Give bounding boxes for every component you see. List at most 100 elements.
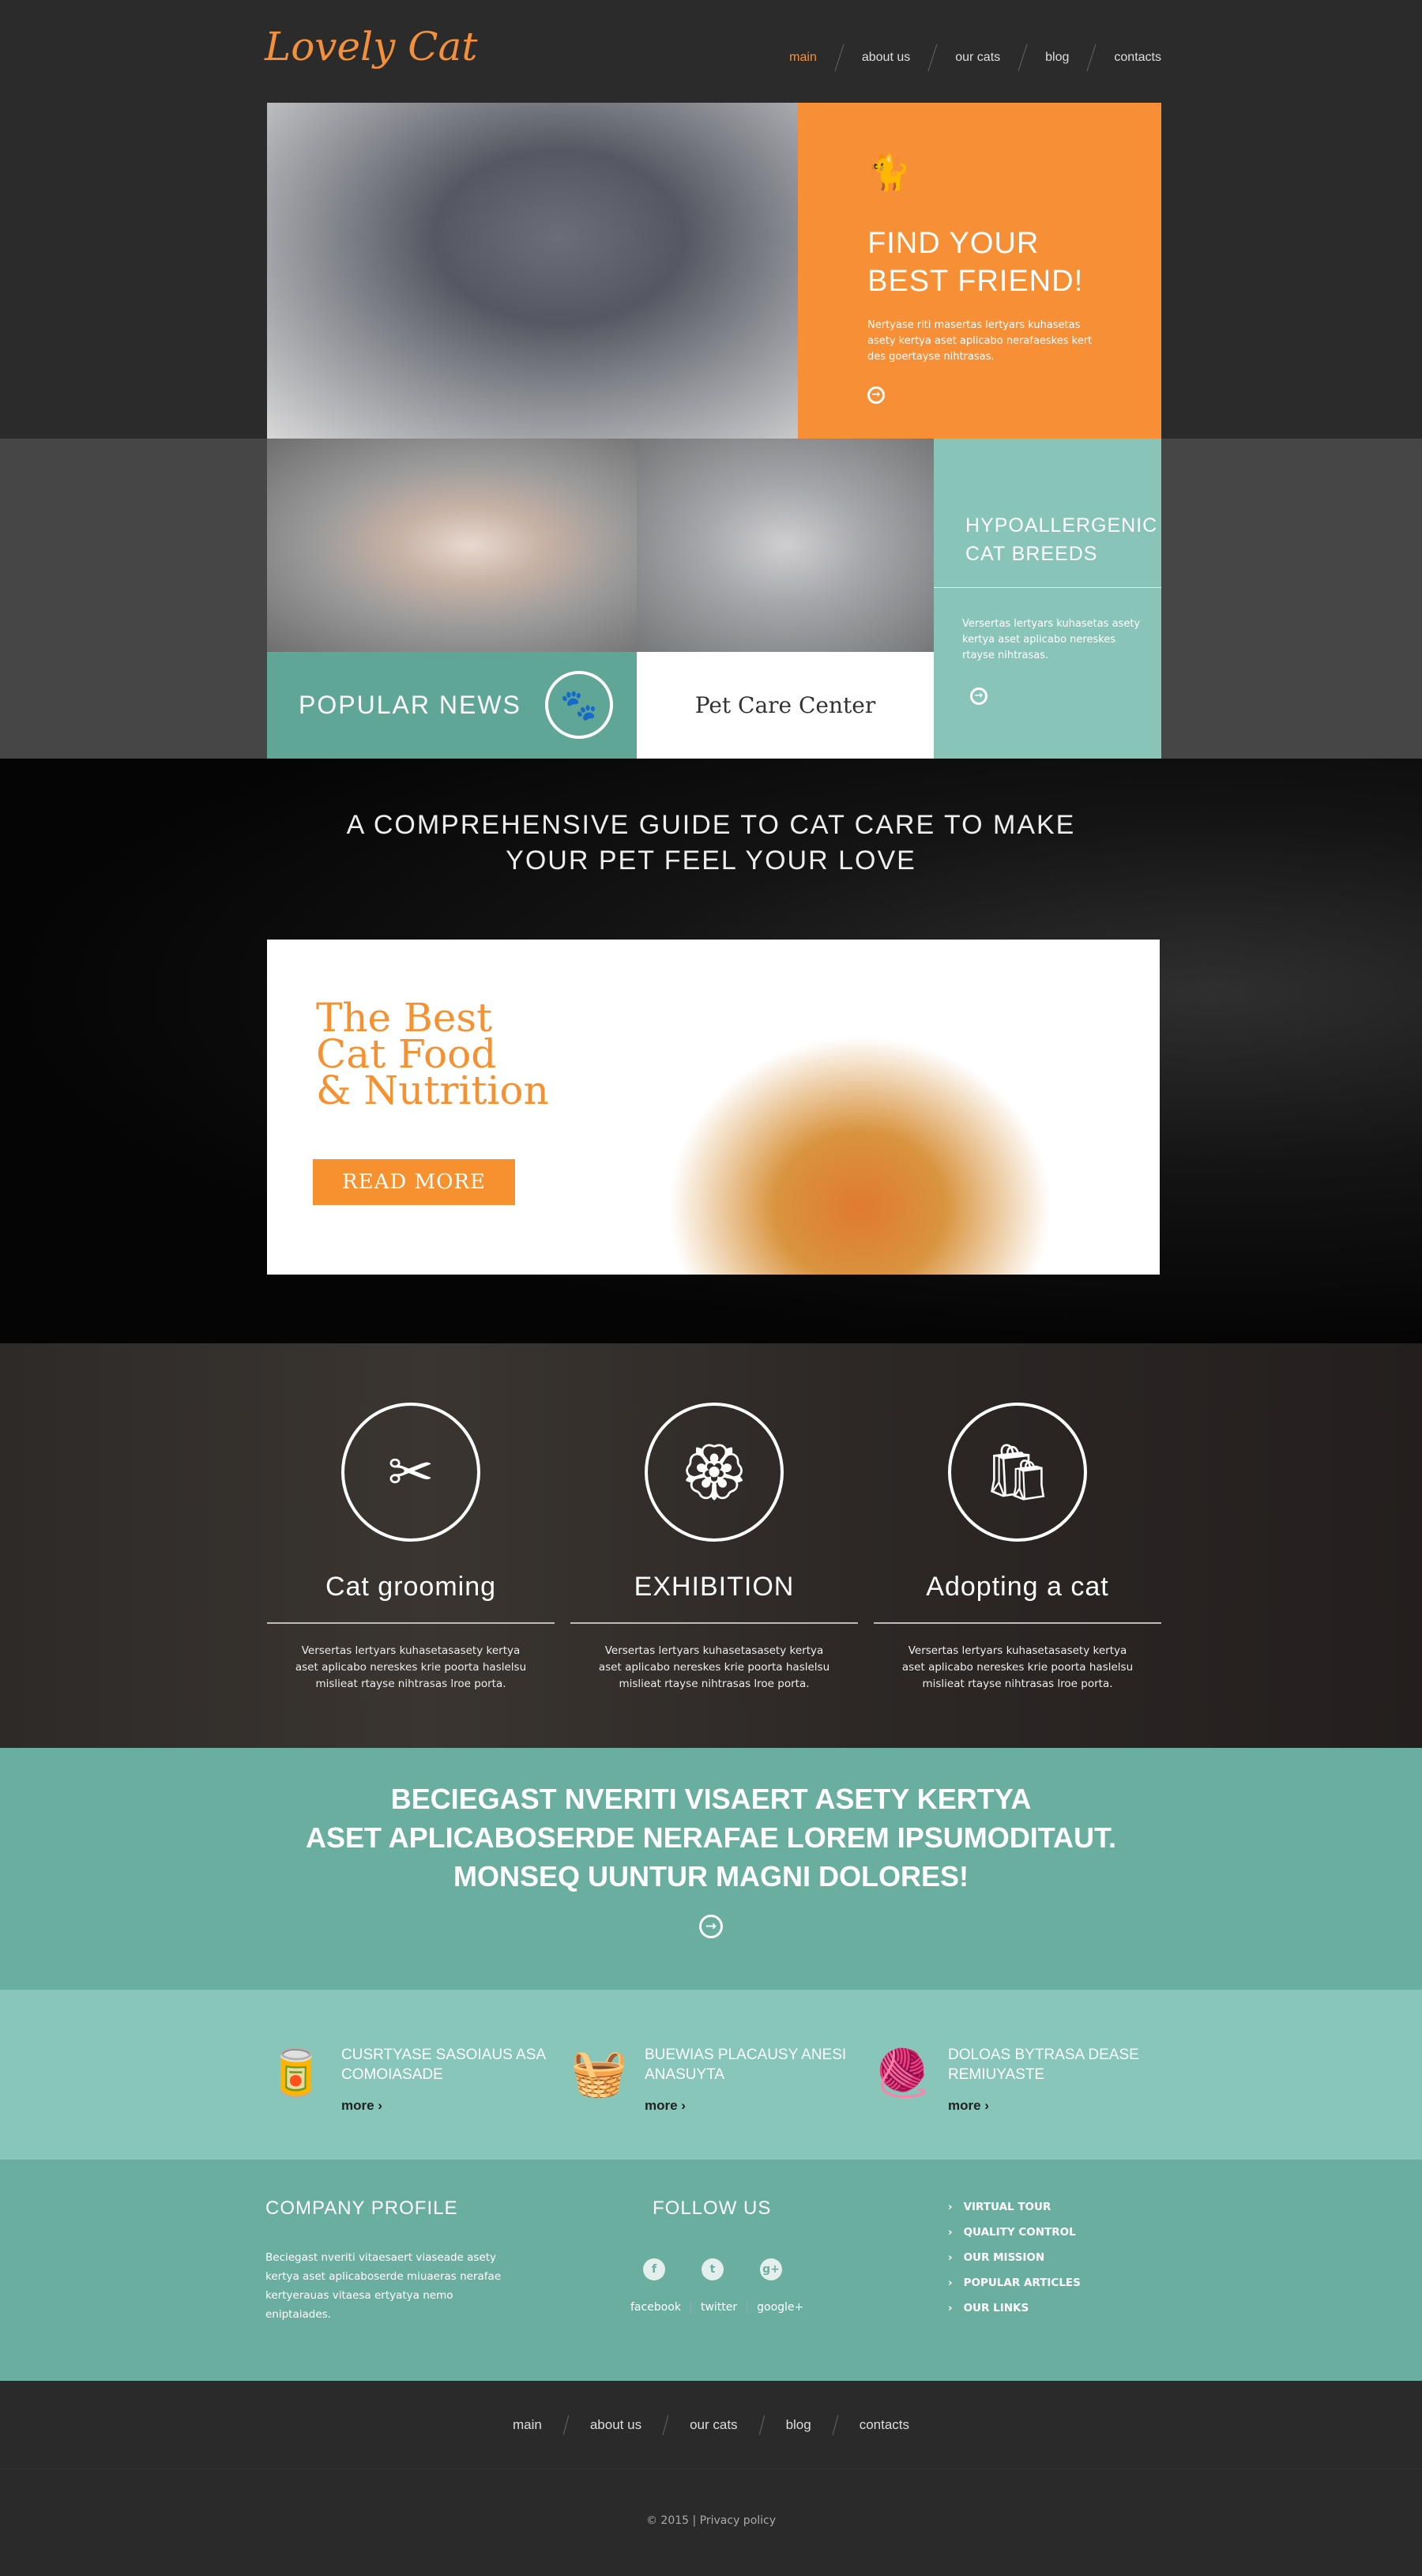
comb-icon[interactable]: ✂ (341, 1403, 480, 1542)
service-title: Cat grooming (325, 1572, 497, 1602)
service-text: Versertas lertyars kuhasetasasety kertya… (295, 1644, 527, 1690)
guide-line: YOUR PET FEEL YOUR LOVE (506, 845, 916, 876)
hypoallergenic-tile: HYPOALLERGENIC CAT BREEDS Versertas lerty… (934, 439, 1161, 759)
hero-text: Nertyase riti masertas lertyars kuhaseta… (867, 319, 1093, 363)
hypo-title-line: HYPOALLERGENIC (965, 514, 1158, 537)
paw-icon: 🐾 (545, 671, 613, 739)
yarn-ball-icon: 🧶 (874, 2046, 931, 2100)
arrow-right-icon[interactable]: → (867, 386, 885, 404)
service-text: Versertas lertyars kuhasetasasety kertya… (598, 1644, 830, 1690)
hero-grey-cat-image (267, 103, 798, 439)
logo[interactable]: Lovely Cat (265, 24, 477, 70)
divider (934, 587, 1161, 588)
hypo-title: HYPOALLERGENIC CAT BREEDS (965, 511, 1157, 568)
service-text: Versertas lertyars kuhasetasasety kertya… (901, 1644, 1134, 1690)
footer-link[interactable]: › OUR MISSION (948, 2251, 1081, 2277)
more-link[interactable]: more › (341, 2096, 546, 2115)
nav-divider (662, 2414, 669, 2435)
copyright[interactable]: © 2015 | Privacy policy (0, 2469, 1422, 2576)
popular-news-label: POPULAR NEWS (299, 691, 521, 719)
footer-link-label: OUR MISSION (963, 2251, 1045, 2264)
bottom-nav-blog[interactable]: blog (786, 2417, 811, 2433)
nav-our-cats[interactable]: our cats (955, 51, 1000, 65)
bottom-nav: main about us our cats blog contacts (0, 2381, 1422, 2469)
nav-divider (834, 43, 845, 72)
more-label: more (341, 2098, 374, 2113)
hero-title-line: FIND YOUR (867, 227, 1040, 260)
footer-link-label: POPULAR ARTICLES (963, 2277, 1081, 2289)
callout-banner: BECIEGAST NVERITI VISAERT ASETY KERTYA AS… (0, 1748, 1422, 1990)
cat-food-can-icon: 🥫 (267, 2046, 325, 2100)
company-profile-text: Beciegast nveriti vitaesaert viaseade as… (265, 2251, 502, 2321)
feature-item: 🧶 DOLOAS BYTRASA DEASE REMIUYASTE more › (874, 2045, 1174, 2115)
hero-title-line: BEST FRIEND! (867, 265, 1084, 298)
bottom-nav-contacts[interactable]: contacts (860, 2417, 909, 2433)
food-title-line: & Nutrition (316, 1068, 549, 1113)
popular-news-tile[interactable]: POPULAR NEWS 🐾 (267, 652, 637, 759)
award-ribbon-icon[interactable]: 🏵 (645, 1403, 784, 1542)
facebook-link[interactable]: facebook (630, 2301, 681, 2314)
twitter-icon[interactable]: t (702, 2258, 724, 2280)
read-more-button[interactable]: READ MORE (313, 1159, 515, 1205)
callout-line: MONSEQ UUNTUR MAGNI DOLORES! (453, 1860, 969, 1892)
more-label: more (645, 2098, 678, 2113)
footer-link[interactable]: › OUR LINKS (948, 2302, 1081, 2327)
bottom-nav-about-us[interactable]: about us (590, 2417, 641, 2433)
services-section: ✂ Cat grooming Versertas lertyars kuhase… (0, 1343, 1422, 1748)
nav-about-us[interactable]: about us (862, 51, 910, 65)
chevron-right-icon: › (948, 2226, 953, 2239)
twitter-link[interactable]: twitter (701, 2301, 737, 2314)
feature-title: ANASUYTA (645, 2066, 725, 2083)
divider (874, 1622, 1161, 1624)
chevron-right-icon: › (948, 2277, 953, 2289)
arrow-right-icon[interactable]: → (699, 1915, 723, 1938)
hero-title: FIND YOUR BEST FRIEND! (867, 224, 1161, 300)
nav-divider (758, 2414, 765, 2435)
footer-link[interactable]: › QUALITY CONTROL (948, 2226, 1081, 2251)
bottom-nav-our-cats[interactable]: our cats (690, 2417, 737, 2433)
nav-main[interactable]: main (789, 51, 817, 65)
feature-item: 🥫 CUSRTYASE SASOIAUS ASA COMOIASADE more › (267, 2045, 567, 2115)
more-link[interactable]: more › (948, 2096, 1139, 2115)
nav-blog[interactable]: blog (1045, 51, 1069, 65)
callout-line: ASET APLICABOSERDE NERAFAE LOREM IPSUMOD… (305, 1821, 1117, 1854)
footer-link-label: OUR LINKS (963, 2302, 1029, 2314)
divider (570, 1622, 858, 1624)
footer-link[interactable]: › VIRTUAL TOUR (948, 2201, 1081, 2226)
pet-care-center-tile[interactable]: Pet Care Center (637, 652, 934, 759)
more-link[interactable]: more › (645, 2096, 846, 2115)
callout-line: BECIEGAST NVERITI VISAERT ASETY KERTYA (390, 1783, 1032, 1815)
arrow-right-icon[interactable]: → (970, 687, 988, 705)
divider (690, 2300, 691, 2314)
main-nav: main about us our cats blog contacts (789, 43, 1161, 72)
bottom-nav-main[interactable]: main (513, 2417, 542, 2433)
nav-divider (1018, 43, 1028, 72)
more-label: more (948, 2098, 981, 2113)
feature-title: COMOIASADE (341, 2066, 443, 2083)
social-links: facebook twitter google+ (630, 2300, 803, 2314)
hypo-text: Versertas lertyars kuhasetas asety kerty… (962, 618, 1141, 661)
sphynx-cat-image (267, 439, 637, 652)
footer-link-label: VIRTUAL TOUR (963, 2201, 1051, 2213)
food-bag-icon[interactable]: 🛍 (948, 1403, 1087, 1542)
hypo-title-line: CAT BREEDS (965, 543, 1098, 565)
kitten-image (637, 439, 934, 652)
footer-link[interactable]: › POPULAR ARTICLES (948, 2277, 1081, 2302)
feature-item: 🧺 BUEWIAS PLACAUSY ANESI ANASUYTA more › (570, 2045, 871, 2115)
nav-divider (832, 2414, 839, 2435)
facebook-icon[interactable]: f (643, 2258, 665, 2280)
chevron-right-icon: › (948, 2201, 953, 2213)
google-plus-icon[interactable]: g+ (760, 2258, 782, 2280)
feature-title: CUSRTYASE SASOIAUS ASA (341, 2047, 547, 2063)
pet-carrier-icon: 🧺 (570, 2046, 628, 2100)
footer-link-label: QUALITY CONTROL (963, 2226, 1076, 2239)
food-title: The Best Cat Food & Nutrition (316, 998, 549, 1110)
service-title: Adopting a cat (926, 1572, 1109, 1602)
features-section: 🥫 CUSRTYASE SASOIAUS ASA COMOIASADE more ›… (0, 1990, 1422, 2160)
nav-divider (1086, 43, 1097, 72)
feature-title: BUEWIAS PLACAUSY ANESI (645, 2047, 847, 2063)
nav-contacts[interactable]: contacts (1114, 51, 1161, 65)
nav-divider (562, 2414, 570, 2435)
service-adopting: 🛍 Adopting a cat Versertas lertyars kuha… (874, 1343, 1161, 1693)
google-plus-link[interactable]: google+ (757, 2301, 803, 2314)
